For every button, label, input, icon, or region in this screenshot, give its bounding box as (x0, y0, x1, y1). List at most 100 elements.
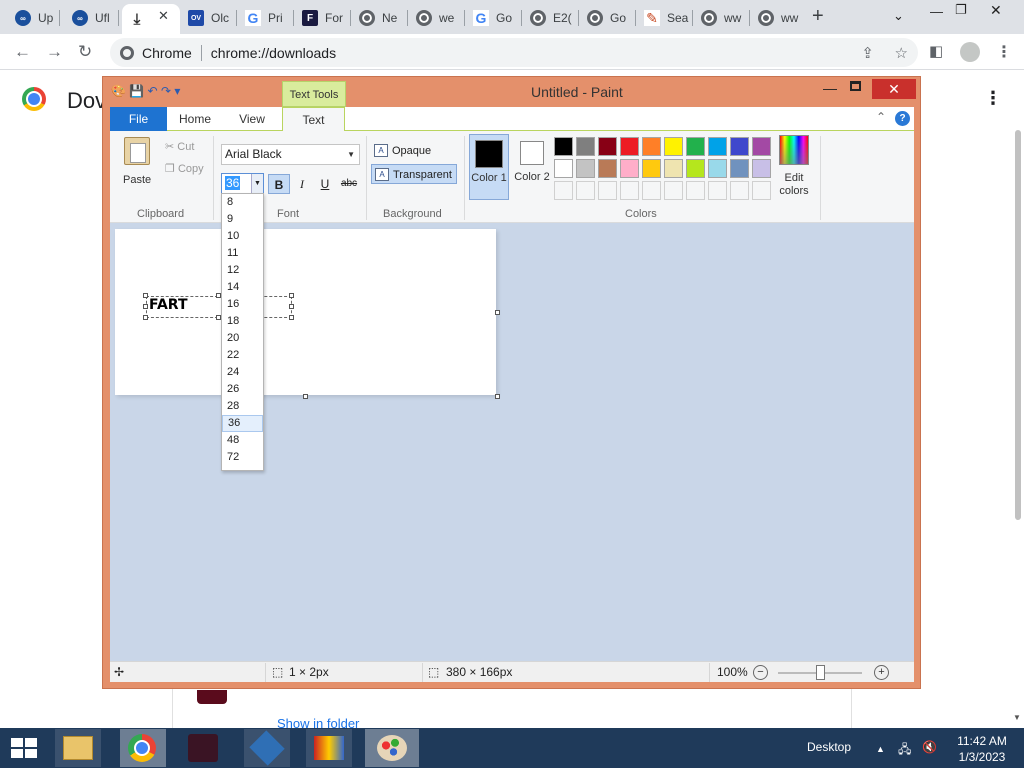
taskbar-paint[interactable] (365, 729, 419, 767)
canvas-resize-handle[interactable] (495, 394, 500, 399)
browser-tab[interactable]: OV Olc (181, 4, 237, 32)
paint-maximize-icon[interactable] (850, 81, 861, 91)
taskbar-chrome[interactable] (120, 729, 166, 767)
palette-swatch[interactable] (598, 159, 617, 178)
palette-swatch[interactable] (642, 137, 661, 156)
font-size-dropdown-list[interactable]: 8 9 10 11 12 14 16 18 20 22 24 26 28 36 48 72 (221, 193, 264, 471)
font-size-option[interactable]: 11 (222, 245, 263, 262)
omnibox[interactable]: Chrome chrome://downloads ⇪ ☆ (110, 38, 918, 67)
transparent-option[interactable]: A Transparent (371, 164, 457, 184)
palette-swatch[interactable] (576, 159, 595, 178)
font-size-option[interactable]: 20 (222, 330, 263, 347)
palette-swatch[interactable] (664, 137, 683, 156)
font-size-option[interactable]: 72 (222, 449, 263, 466)
selection-handle[interactable] (143, 304, 148, 309)
palette-swatch[interactable] (664, 181, 683, 200)
paste-icon[interactable] (124, 137, 150, 165)
underline-button[interactable]: U (314, 174, 336, 194)
selection-handle[interactable] (289, 304, 294, 309)
canvas-text[interactable]: FART (149, 297, 188, 313)
taskbar-app[interactable] (244, 729, 290, 767)
cut-button[interactable]: ✂ Cut (165, 140, 194, 153)
chrome-menu-icon[interactable]: ⋮ (996, 42, 1012, 62)
drawing-canvas[interactable]: FART (115, 229, 500, 399)
selection-handle[interactable] (289, 293, 294, 298)
font-size-select[interactable]: 36 ▼ (221, 173, 264, 194)
window-minimize-icon[interactable]: — (930, 4, 943, 19)
side-panel-icon[interactable]: ◧ (929, 42, 943, 60)
palette-swatch[interactable] (598, 181, 617, 200)
palette-swatch[interactable] (686, 137, 705, 156)
start-button[interactable] (11, 738, 38, 758)
palette-swatch[interactable] (708, 181, 727, 200)
palette-swatch[interactable] (708, 137, 727, 156)
browser-tab[interactable]: ✎ Sea (637, 4, 693, 32)
browser-tab[interactable]: ww (751, 4, 801, 32)
palette-swatch[interactable] (576, 137, 595, 156)
help-icon[interactable]: ? (895, 111, 910, 126)
taskbar-app[interactable] (306, 729, 352, 767)
font-size-option[interactable]: 10 (222, 228, 263, 245)
palette-swatch[interactable] (730, 137, 749, 156)
browser-tab[interactable]: E2( (523, 4, 579, 32)
canvas-resize-handle[interactable] (303, 394, 308, 399)
browser-tab[interactable]: Go (580, 4, 636, 32)
zoom-in-button[interactable]: + (874, 665, 889, 680)
tab-search-chevron-icon[interactable]: ⌄ (893, 8, 904, 24)
font-family-select[interactable]: Arial Black ▼ (221, 144, 360, 165)
font-size-option[interactable]: 26 (222, 381, 263, 398)
tab-close-icon[interactable]: ✕ (158, 8, 169, 24)
network-icon[interactable]: 🖧 (898, 740, 911, 761)
window-restore-icon[interactable]: ❐ (955, 2, 967, 18)
browser-tab-active-downloads[interactable]: ⤓ (122, 4, 180, 34)
palette-swatch[interactable] (620, 137, 639, 156)
palette-swatch[interactable] (752, 137, 771, 156)
taskbar-file-explorer[interactable] (55, 729, 101, 767)
browser-tab[interactable]: G Go (466, 4, 522, 32)
font-size-option[interactable]: 14 (222, 279, 263, 296)
browser-tab[interactable]: G Pri (238, 4, 294, 32)
edit-colors-button[interactable]: Edit colors (775, 135, 813, 198)
ribbon-collapse-icon[interactable]: ⌃ (876, 110, 886, 124)
palette-swatch[interactable] (554, 137, 573, 156)
share-icon[interactable]: ⇪ (861, 44, 874, 62)
browser-tab[interactable]: Ne (352, 4, 408, 32)
color1-button[interactable]: Color 1 (469, 134, 509, 200)
downloads-menu-icon[interactable]: ⋮ (984, 88, 1002, 109)
reload-icon[interactable]: ↻ (78, 42, 92, 62)
browser-tab[interactable]: F For (295, 4, 351, 32)
quick-access-toolbar[interactable]: 🎨 💾 ↶ ↷ ▾ (111, 84, 180, 98)
tab-file[interactable]: File (110, 107, 167, 131)
volume-muted-icon[interactable]: 🔇 (922, 740, 937, 754)
palette-swatch[interactable] (686, 159, 705, 178)
tab-view[interactable]: View (226, 107, 278, 131)
opaque-option[interactable]: A Opaque (371, 141, 431, 161)
palette-swatch[interactable] (642, 181, 661, 200)
paste-button[interactable]: Paste (123, 174, 151, 186)
bold-button[interactable]: B (268, 174, 290, 194)
new-tab-icon[interactable]: + (812, 5, 824, 28)
palette-swatch[interactable] (730, 181, 749, 200)
taskbar-app[interactable] (180, 729, 226, 767)
paint-close-button[interactable]: ✕ (872, 79, 916, 99)
selection-handle[interactable] (289, 315, 294, 320)
font-size-option[interactable]: 12 (222, 262, 263, 279)
font-size-option[interactable]: 36 (222, 415, 263, 432)
browser-tab[interactable]: ∞ Up (8, 4, 60, 32)
tray-expand-icon[interactable]: ▲ (876, 744, 885, 754)
palette-swatch[interactable] (730, 159, 749, 178)
page-scrollbar[interactable] (1012, 130, 1024, 726)
back-icon[interactable]: ← (14, 42, 31, 62)
font-size-option[interactable]: 16 (222, 296, 263, 313)
color2-button[interactable]: Color 2 (513, 134, 551, 200)
italic-button[interactable]: I (291, 174, 313, 194)
palette-swatch[interactable] (620, 159, 639, 178)
selection-handle[interactable] (143, 293, 148, 298)
palette-swatch[interactable] (752, 181, 771, 200)
tab-home[interactable]: Home (170, 107, 220, 131)
font-size-option[interactable]: 48 (222, 432, 263, 449)
font-size-option[interactable]: 24 (222, 364, 263, 381)
palette-swatch[interactable] (620, 181, 639, 200)
forward-icon[interactable]: → (46, 42, 63, 62)
zoom-slider-thumb[interactable] (816, 665, 825, 680)
